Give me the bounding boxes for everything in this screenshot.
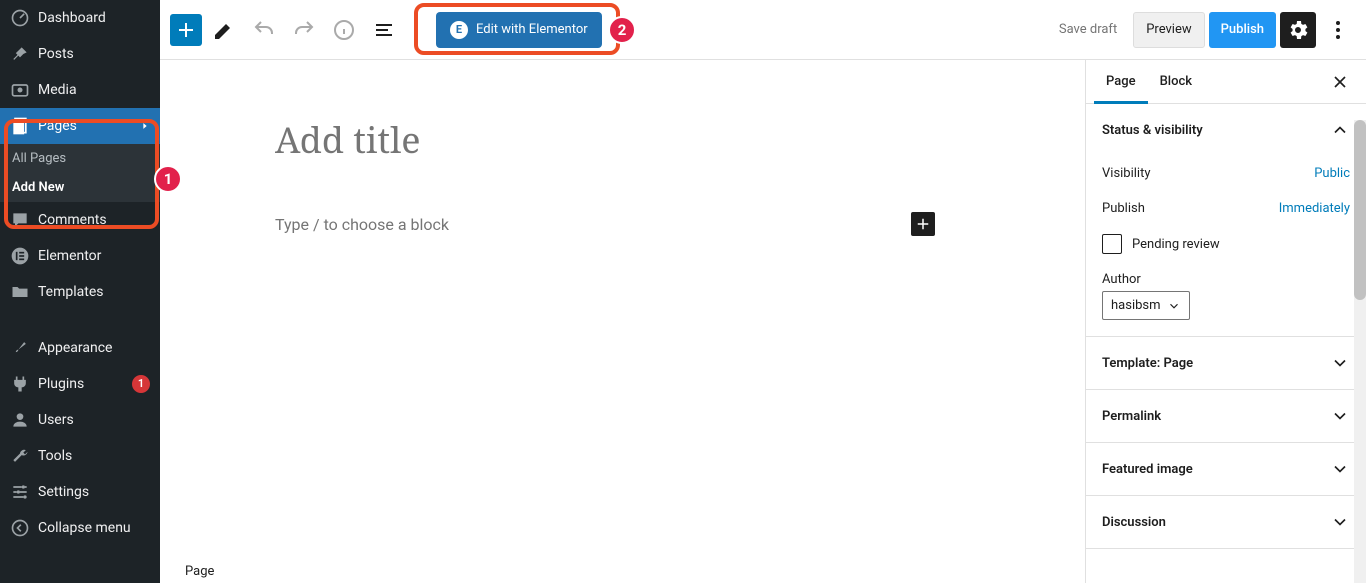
sidebar-item-collapse[interactable]: Collapse menu [0,510,160,546]
info-button[interactable] [326,12,362,48]
sidebar-item-dashboard[interactable]: Dashboard [0,0,160,36]
sidebar-item-label: Templates [38,284,150,300]
outline-button[interactable] [366,12,402,48]
undo-button[interactable] [246,12,282,48]
sidebar-item-media[interactable]: Media [0,72,160,108]
sliders-icon [10,482,30,502]
chevron-right-icon [140,121,150,131]
sidebar-item-label: Tools [38,448,150,464]
author-label: Author [1102,262,1350,291]
sidebar-item-label: Dashboard [38,10,150,26]
settings-panel: Page Block Status & visibility Visibilit… [1085,60,1366,583]
sidebar-item-label: Appearance [38,340,150,356]
pin-icon [10,44,30,64]
redo-button[interactable] [286,12,322,48]
section-template: Template: Page [1086,337,1366,390]
close-panel-button[interactable] [1322,64,1358,100]
section-head-status[interactable]: Status & visibility [1086,104,1366,156]
edit-mode-button[interactable] [206,12,242,48]
publish-value[interactable]: Immediately [1279,201,1350,216]
section-discussion: Discussion [1086,496,1366,549]
sidebar-item-elementor[interactable]: Elementor [0,238,160,274]
publish-label: Publish [1102,201,1279,216]
elementor-button-label: Edit with Elementor [476,22,588,37]
submenu-all-pages[interactable]: All Pages [0,144,160,173]
sidebar-item-users[interactable]: Users [0,402,160,438]
elementor-icon [10,246,30,266]
page-title-input[interactable] [275,115,935,164]
tutorial-badge-1: 1 [154,165,182,193]
scrollbar-thumb[interactable] [1354,120,1366,300]
user-icon [10,410,30,430]
brush-icon [10,338,30,358]
sidebar-item-appearance[interactable]: Appearance [0,330,160,366]
block-editor: E Edit with Elementor Save draft Preview… [160,0,1366,583]
section-head-permalink[interactable]: Permalink [1086,390,1366,442]
chevron-up-icon [1330,120,1350,140]
sidebar-item-label: Pages [38,118,140,134]
sidebar-item-settings[interactable]: Settings [0,474,160,510]
folder-icon [10,282,30,302]
pending-review-checkbox[interactable]: Pending review [1102,226,1350,262]
tab-block[interactable]: Block [1148,60,1204,104]
settings-button[interactable] [1280,12,1316,48]
gauge-icon [10,8,30,28]
author-select[interactable]: hasibsm [1102,291,1190,320]
wrench-icon [10,446,30,466]
plug-icon [10,374,30,394]
update-count-badge: 1 [132,375,150,393]
chevron-down-icon [1330,512,1350,532]
sidebar-item-label: Users [38,412,150,428]
scrollbar[interactable] [1354,120,1366,583]
section-featured-image: Featured image [1086,443,1366,496]
sidebar-item-pages[interactable]: Pages [0,108,160,144]
chevron-down-icon [1330,406,1350,426]
preview-button[interactable]: Preview [1133,12,1204,48]
sidebar-item-label: Elementor [38,248,150,264]
section-head-discussion[interactable]: Discussion [1086,496,1366,548]
edit-with-elementor-button[interactable]: E Edit with Elementor [436,12,602,48]
sidebar-item-comments[interactable]: Comments [0,202,160,238]
visibility-value[interactable]: Public [1314,166,1350,181]
more-options-button[interactable] [1320,12,1356,48]
collapse-icon [10,518,30,538]
section-permalink: Permalink [1086,390,1366,443]
page-icon [10,116,30,136]
panel-tabs: Page Block [1086,60,1366,104]
editor-toolbar: E Edit with Elementor Save draft Preview… [160,0,1366,60]
sidebar-item-label: Comments [38,212,150,228]
visibility-label: Visibility [1102,166,1314,181]
admin-sidebar: Dashboard Posts Media Pages All Pages Ad… [0,0,160,583]
tab-page[interactable]: Page [1094,60,1148,104]
sidebar-item-label: Posts [38,46,150,62]
sidebar-item-tools[interactable]: Tools [0,438,160,474]
submenu-add-new[interactable]: Add New [0,173,160,202]
section-head-featured[interactable]: Featured image [1086,443,1366,495]
chevron-down-icon [1330,459,1350,479]
comment-icon [10,210,30,230]
section-head-template[interactable]: Template: Page [1086,337,1366,389]
block-prompt-text[interactable]: Type / to choose a block [275,215,911,234]
checkbox-icon [1102,234,1122,254]
elementor-logo-icon: E [450,21,468,39]
sidebar-submenu-pages: All Pages Add New [0,144,160,202]
publish-button[interactable]: Publish [1209,12,1276,48]
chevron-down-icon [1330,353,1350,373]
section-status: Status & visibility Visibility Public Pu… [1086,104,1366,337]
sidebar-item-posts[interactable]: Posts [0,36,160,72]
sidebar-item-label: Plugins [38,376,128,392]
save-draft-button[interactable]: Save draft [1047,12,1129,48]
sidebar-item-templates[interactable]: Templates [0,274,160,310]
camera-icon [10,80,30,100]
word-count-label: Page [185,560,214,583]
sidebar-item-label: Media [38,82,150,98]
chevron-down-icon [1167,299,1181,313]
sidebar-item-label: Collapse menu [38,520,150,536]
sidebar-item-label: Settings [38,484,150,500]
add-block-button[interactable] [170,14,202,46]
sidebar-item-plugins[interactable]: Plugins 1 [0,366,160,402]
tutorial-badge-2: 2 [608,16,636,44]
editor-canvas: Type / to choose a block Page [160,60,1085,583]
add-block-inline-button[interactable] [911,212,935,236]
